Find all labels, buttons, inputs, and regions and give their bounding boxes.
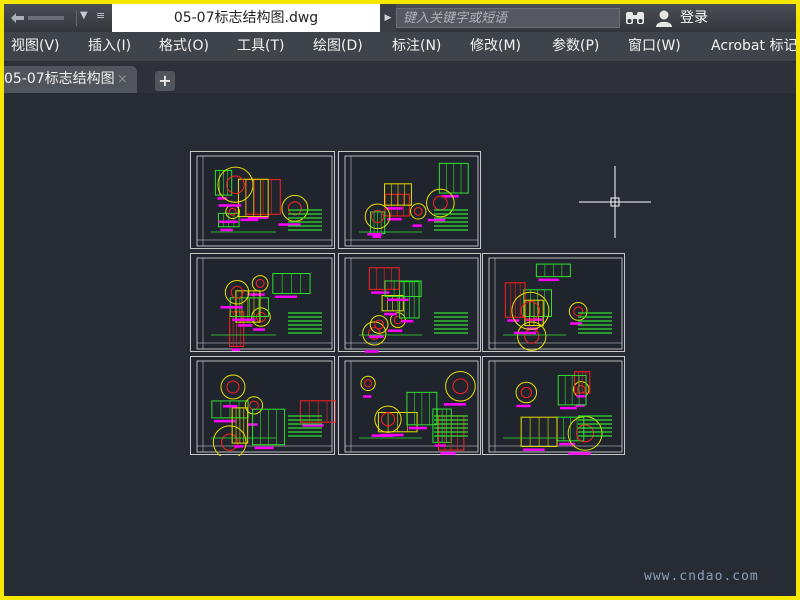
sheet-drawing <box>344 155 479 247</box>
drawing-sheet[interactable] <box>338 356 481 455</box>
drawing-sheet[interactable] <box>338 253 481 353</box>
drawing-sheet[interactable] <box>190 253 335 352</box>
menu-insert[interactable]: 插入(I) <box>88 32 131 61</box>
menu-window[interactable]: 窗口(W) <box>628 32 681 61</box>
toolbar-separator <box>76 10 77 26</box>
menu-draw[interactable]: 绘图(D) <box>313 32 363 61</box>
drawing-sheet[interactable] <box>482 356 625 455</box>
sheet-drawing <box>196 155 333 247</box>
drawing-sheet[interactable] <box>190 151 335 249</box>
search-input[interactable]: 键入关键字或短语 <box>396 8 620 28</box>
sheet-drawing <box>344 360 479 455</box>
triangle-right-icon[interactable]: ▶ <box>380 4 396 32</box>
menu-view[interactable]: 视图(V) <box>11 32 60 61</box>
document-title: 05-07标志结构图.dwg <box>112 4 380 32</box>
undo-icon <box>11 13 64 23</box>
menu-format[interactable]: 格式(O) <box>159 32 209 61</box>
drawing-sheet[interactable] <box>482 253 625 352</box>
drawing-canvas[interactable] <box>4 93 796 586</box>
quick-access-toolbar: ▼ ≡ <box>4 4 112 32</box>
sheet-drawing <box>344 257 479 353</box>
login-button[interactable]: 登录 <box>680 4 708 32</box>
undo-button[interactable] <box>8 9 70 27</box>
crosshair-cursor-icon <box>579 166 651 238</box>
menu-dimension[interactable]: 标注(N) <box>392 32 441 61</box>
tab-label: 05-07标志结构图 <box>4 71 115 87</box>
sheet-drawing <box>196 360 336 456</box>
watermark: www.cndao.com <box>644 569 759 584</box>
sheet-drawing <box>488 257 623 351</box>
document-tab-bar: 05-07标志结构图 × + <box>4 62 796 93</box>
drawing-sheet[interactable] <box>338 151 481 249</box>
sheet-drawing <box>488 360 623 455</box>
menu-bar: 视图(V) 插入(I) 格式(O) 工具(T) 绘图(D) 标注(N) 修改(M… <box>4 32 796 62</box>
drawing-sheet[interactable] <box>190 356 336 456</box>
close-icon[interactable]: × <box>117 66 128 93</box>
customize-menu-icon[interactable]: ≡ <box>96 9 105 22</box>
chevron-down-icon[interactable]: ▼ <box>80 10 88 21</box>
tab-document[interactable]: 05-07标志结构图 × <box>4 66 137 93</box>
new-tab-button[interactable]: + <box>155 71 175 91</box>
menu-acrobat-markup[interactable]: Acrobat 标记 <box>711 32 796 61</box>
menu-parameters[interactable]: 参数(P) <box>552 32 599 61</box>
binoculars-icon[interactable] <box>624 9 646 27</box>
title-bar: ▼ ≡ 05-07标志结构图.dwg ▶ 键入关键字或短语 登录 <box>4 4 796 32</box>
sheet-drawing <box>196 257 333 351</box>
menu-tools[interactable]: 工具(T) <box>237 32 284 61</box>
menu-modify[interactable]: 修改(M) <box>470 32 521 61</box>
application-window: ▼ ≡ 05-07标志结构图.dwg ▶ 键入关键字或短语 登录 视图(V) 插… <box>4 4 796 596</box>
user-icon[interactable] <box>654 8 674 28</box>
